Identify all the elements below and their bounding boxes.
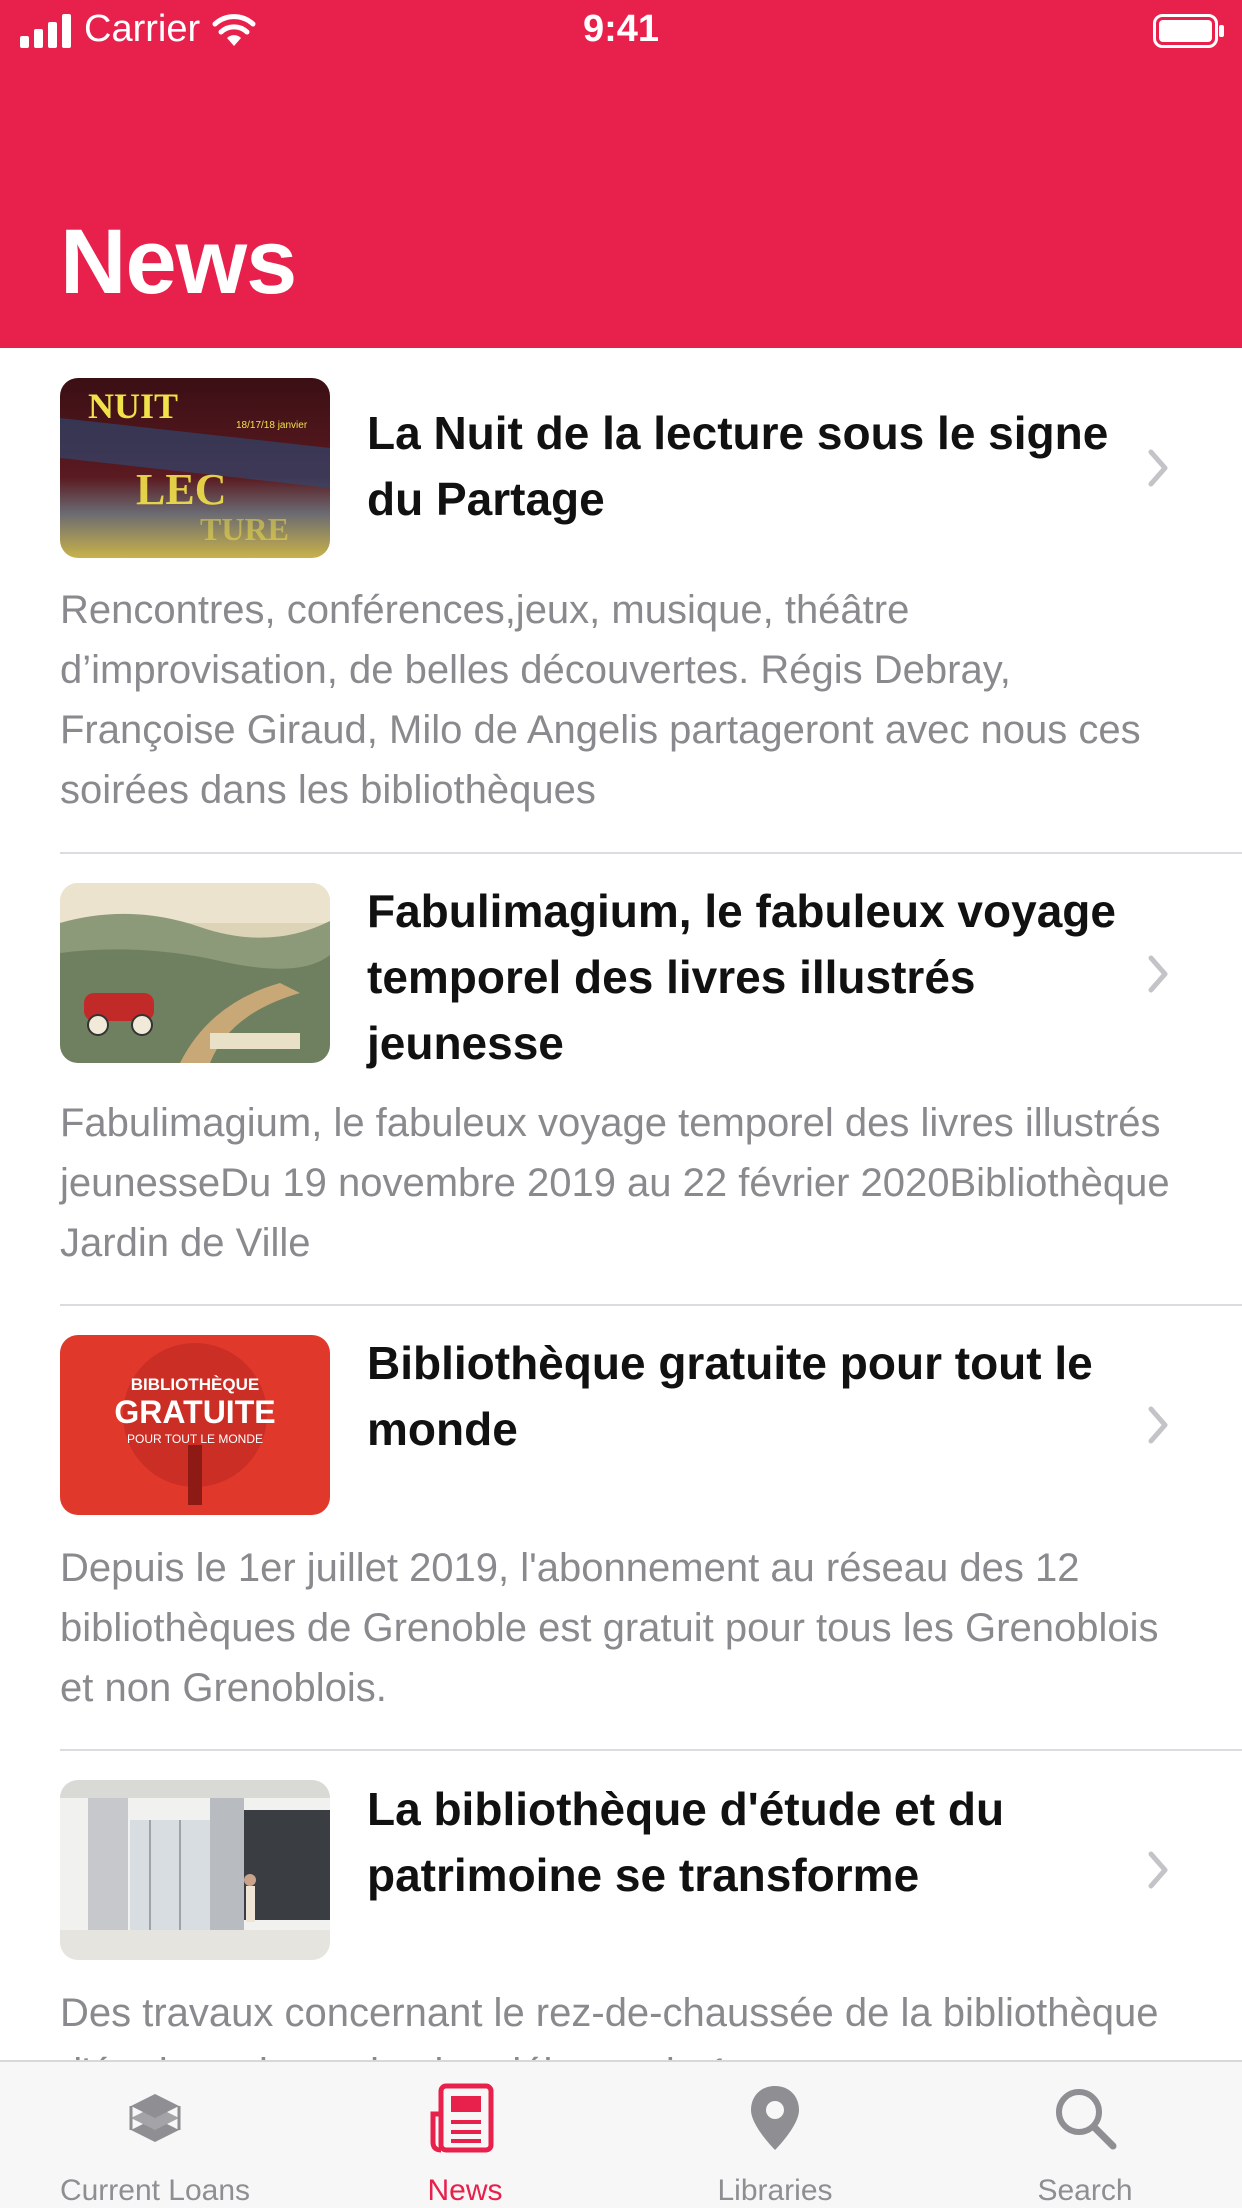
tab-label: Libraries — [717, 2174, 833, 2207]
tab-bar: Current Loans News Libraries Search — [0, 2060, 1242, 2208]
news-description: Depuis le 1er juillet 2019, l'abonnement… — [60, 1546, 1159, 1710]
tab-news[interactable]: News — [310, 2062, 620, 2208]
header: Carrier 9:41 News — [0, 0, 1242, 348]
divider — [60, 1304, 1242, 1306]
news-thumbnail: NUIT LEC TURE 18/17/18 janvier — [60, 378, 330, 558]
svg-text:18/17/18 janvier: 18/17/18 janvier — [236, 420, 308, 431]
news-description: Fabulimagium, le fabuleux voyage tempore… — [60, 1101, 1170, 1265]
tab-current-loans[interactable]: Current Loans — [0, 2062, 310, 2208]
tab-libraries[interactable]: Libraries — [620, 2062, 930, 2208]
svg-text:GRATUITE: GRATUITE — [114, 1394, 275, 1430]
status-bar: Carrier 9:41 — [0, 0, 1242, 62]
news-description: Rencontres, conférences,jeux, musique, t… — [60, 588, 1141, 812]
news-thumbnail: BIBLIOTHÈQUE GRATUITE POUR TOUT LE MONDE — [60, 1335, 330, 1515]
chevron-right-icon — [1148, 955, 1168, 993]
svg-text:LEC: LEC — [136, 465, 226, 514]
tab-label: Search — [1037, 2174, 1133, 2207]
tab-label: Current Loans — [59, 2174, 251, 2207]
battery-icon — [1153, 14, 1224, 48]
divider — [60, 852, 1242, 854]
news-description: Des travaux concernant le rez-de-chaussé… — [60, 1991, 1159, 2060]
newspaper-icon — [430, 2083, 494, 2153]
magnifier-icon — [1056, 2089, 1117, 2150]
status-time: 9:41 — [582, 8, 660, 50]
chevron-right-icon — [1148, 1406, 1168, 1444]
app-screen: Carrier 9:41 News NUIT LEC TURE 18/17/18… — [0, 0, 1242, 2208]
tab-label: News — [427, 2174, 503, 2207]
svg-text:NUIT: NUIT — [88, 386, 178, 426]
tab-search[interactable]: Search — [930, 2062, 1240, 2208]
news-thumbnail — [60, 1780, 330, 1960]
svg-text:POUR TOUT LE MONDE: POUR TOUT LE MONDE — [127, 1432, 263, 1446]
news-title: La Nuit de la lecture sous le signe du P… — [367, 407, 1109, 525]
svg-text:TURE: TURE — [200, 511, 289, 547]
news-title: Bibliothèque gratuite pour tout le monde — [367, 1337, 1093, 1455]
news-title: Fabulimagium, le fabuleux voyage tempore… — [367, 885, 1116, 1069]
map-pin-icon — [751, 2086, 799, 2150]
svg-text:BIBLIOTHÈQUE: BIBLIOTHÈQUE — [131, 1375, 259, 1394]
chevron-right-icon — [1148, 1851, 1168, 1889]
divider — [60, 1749, 1242, 1751]
chevron-right-icon — [1148, 449, 1168, 487]
page-title: News — [60, 211, 297, 313]
news-list[interactable]: NUIT LEC TURE 18/17/18 janvier La Nuit d… — [0, 348, 1242, 2060]
books-stack-icon — [129, 2094, 181, 2142]
news-thumbnail — [60, 883, 330, 1063]
news-title: La bibliothèque d'étude et du patrimoine… — [367, 1783, 1005, 1901]
